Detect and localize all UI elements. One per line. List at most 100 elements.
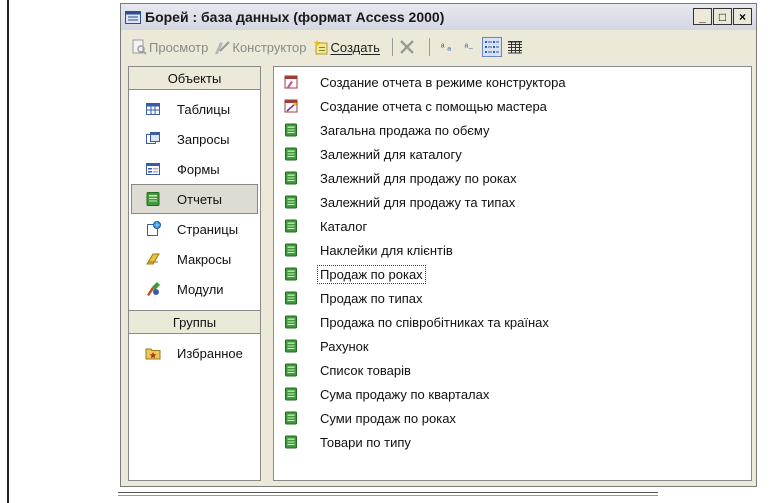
design-label: Конструктор: [232, 39, 307, 55]
objects-bar: Объекты Таблицы Запросы Формы Отчеты Стр…: [128, 66, 261, 481]
nav-item-macros[interactable]: Макросы: [129, 244, 260, 274]
preview-icon: [132, 39, 147, 55]
report-icon: [285, 387, 297, 401]
list-item[interactable]: Создание отчета в режиме конструктора: [274, 70, 751, 94]
list-item-label: Рахунок: [320, 338, 369, 354]
window-controls: _ □ ×: [693, 8, 752, 25]
preview-label: Просмотр: [149, 39, 209, 55]
report-icon: [285, 123, 297, 137]
report-icon: [285, 219, 297, 233]
delete-button[interactable]: [399, 39, 417, 55]
list-item-label: Продажа по співробітниках та країнах: [320, 314, 549, 330]
page-bottom-rule-2: [118, 495, 658, 496]
list-item[interactable]: Наклейки для клієнтів: [274, 238, 751, 262]
toolbar-separator: [391, 38, 393, 56]
small-icons-view-button[interactable]: ᵃ₋: [459, 37, 479, 57]
page-left-rule: [7, 0, 9, 503]
create-icon: [313, 40, 327, 55]
nav-item-modules[interactable]: Модули: [129, 274, 260, 304]
preview-button[interactable]: Просмотр: [131, 39, 208, 55]
list-item[interactable]: Продаж по роках: [274, 262, 751, 286]
maximize-button[interactable]: □: [713, 8, 732, 25]
minimize-button[interactable]: _: [693, 8, 712, 25]
page-icon: [147, 221, 161, 236]
small-icons-view-icon: ᵃ₋: [464, 41, 474, 53]
list-item[interactable]: Список товарів: [274, 358, 751, 382]
page-bottom-rule: [118, 492, 658, 493]
toolbar: Просмотр Конструктор Создать ᵃ ₐ ᵃ₋: [121, 31, 756, 63]
favorites-folder-icon: [145, 348, 161, 360]
list-item[interactable]: Залежний для каталогу: [274, 142, 751, 166]
nav-item-label: Запросы: [177, 131, 230, 147]
create-button[interactable]: Создать: [313, 39, 380, 55]
list-item[interactable]: Сума продажу по кварталах: [274, 382, 751, 406]
list-item-label: Загальна продажа по обєму: [320, 122, 490, 138]
nav-item-label: Избранное: [177, 345, 243, 361]
list-item[interactable]: Суми продаж по роках: [274, 406, 751, 430]
details-view-button[interactable]: [505, 37, 525, 57]
form-icon: [146, 163, 160, 175]
nav-item-tables[interactable]: Таблицы: [129, 94, 260, 124]
groups-header[interactable]: Группы: [129, 310, 260, 334]
list-item[interactable]: Загальна продажа по обєму: [274, 118, 751, 142]
toolbar-separator: [428, 38, 430, 56]
report-icon: [285, 363, 297, 377]
nav-item-label: Страницы: [177, 221, 239, 237]
window-title: Борей : база данных (формат Access 2000): [145, 9, 445, 25]
nav-item-queries[interactable]: Запросы: [129, 124, 260, 154]
report-icon: [285, 171, 297, 185]
list-item-label: Залежний для продажу та типах: [320, 194, 516, 210]
list-item[interactable]: Создание отчета с помощью мастера: [274, 94, 751, 118]
report-icon: [285, 315, 297, 329]
list-item-label: Продаж по типах: [320, 290, 423, 306]
nav-item-reports[interactable]: Отчеты: [131, 184, 258, 214]
list-view-button[interactable]: [481, 37, 502, 57]
list-item-label: Продаж по роках: [317, 264, 426, 284]
list-item[interactable]: Залежний для продажу та типах: [274, 190, 751, 214]
list-item-label: Создание отчета с помощью мастера: [320, 98, 547, 114]
list-item-label: Залежний для каталогу: [320, 146, 462, 162]
list-item[interactable]: Продажа по співробітниках та країнах: [274, 310, 751, 334]
list-item[interactable]: Каталог: [274, 214, 751, 238]
query-icon: [146, 132, 160, 144]
large-icons-view-button[interactable]: ᵃ ₐ: [436, 37, 456, 57]
nav-item-label: Формы: [177, 161, 220, 177]
design-wizard-icon: [284, 75, 298, 89]
database-icon: [125, 11, 141, 24]
table-icon: [146, 103, 160, 115]
nav-item-forms[interactable]: Формы: [129, 154, 260, 184]
report-icon: [285, 291, 297, 305]
list-item[interactable]: Рахунок: [274, 334, 751, 358]
list-item[interactable]: Товари по типу: [274, 430, 751, 454]
details-view-icon: [507, 41, 522, 54]
macro-icon: [146, 253, 160, 265]
report-icon: [285, 243, 297, 257]
report-icon: [285, 195, 297, 209]
objects-header[interactable]: Объекты: [129, 67, 260, 90]
nav-item-label: Отчеты: [177, 191, 222, 207]
report-icon: [285, 147, 297, 161]
large-icons-view-icon: ᵃ ₐ: [440, 41, 452, 53]
design-button[interactable]: Конструктор: [214, 39, 307, 55]
report-icon: [285, 339, 297, 353]
list-item-label: Товари по типу: [320, 434, 411, 450]
nav-item-pages[interactable]: Страницы: [129, 214, 260, 244]
report-icon: [285, 435, 297, 449]
wizard-icon: [284, 99, 298, 113]
title-bar[interactable]: Борей : база данных (формат Access 2000)…: [121, 4, 756, 30]
list-item[interactable]: Продаж по типах: [274, 286, 751, 310]
delete-icon: [400, 40, 414, 54]
list-view-icon: [484, 41, 499, 53]
list-item[interactable]: Залежний для продажу по роках: [274, 166, 751, 190]
list-item-label: Сума продажу по кварталах: [320, 386, 490, 402]
close-button[interactable]: ×: [733, 8, 752, 25]
create-label: Создать: [330, 39, 380, 55]
nav-item-label: Макросы: [177, 251, 232, 267]
nav-item-favorites[interactable]: Избранное: [129, 338, 260, 368]
module-icon: [147, 282, 160, 296]
list-item-label: Каталог: [320, 218, 368, 234]
report-icon: [146, 192, 160, 206]
list-item-label: Создание отчета в режиме конструктора: [320, 74, 566, 90]
design-icon: [215, 41, 231, 54]
list-item-label: Суми продаж по роках: [320, 410, 456, 426]
